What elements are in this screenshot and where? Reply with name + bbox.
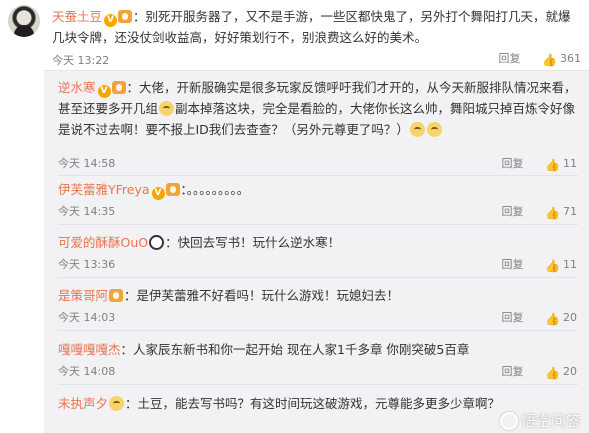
divider <box>58 224 578 225</box>
like-count: 20 <box>563 311 577 324</box>
level-badge-icon <box>165 183 180 196</box>
reply-actions: 回复 👍 20 <box>502 309 578 325</box>
reply-body: 可爱的酥酥OuO ：快回去写书！玩什么逆水寒！ <box>58 232 578 253</box>
thumbs-up-icon[interactable]: 👍 <box>542 54 557 66</box>
main-comment-username[interactable]: 天蚕土豆 <box>52 9 102 24</box>
reply-button[interactable]: 回复 <box>502 256 524 272</box>
reply-list: 逆水寒 V ：大佬，开新服确实是很多玩家反馈呼吁我们才开的，从今天新服排队情况来看，… <box>44 70 589 433</box>
divider <box>58 277 578 278</box>
divider <box>58 330 578 331</box>
reply-button[interactable]: 回复 <box>502 363 524 379</box>
smile-emoji-icon <box>409 122 425 137</box>
reply-username[interactable]: 逆水寒 <box>58 80 96 95</box>
reply-actions: 回复 👍 71 <box>502 203 578 219</box>
reply-body: 是策哥阿 ：是伊芙蕾雅不好看吗！玩什么游戏！玩媳妇去！ <box>58 285 578 306</box>
divider <box>58 175 578 176</box>
reply-button[interactable]: 回复 <box>502 203 524 219</box>
reply-text: ：人家辰东新书和你一起开始 现在人家1千多章 你刚突破5百章 <box>120 342 470 357</box>
thumbs-up-icon[interactable]: 👍 <box>545 367 560 379</box>
reply-body: 逆水寒 V ：大佬，开新服确实是很多玩家反馈呼吁我们才开的，从今天新服排队情况来看，… <box>58 77 578 140</box>
smile-emoji-icon <box>426 122 442 137</box>
reply-time: 今天 14:08 <box>58 365 116 378</box>
reply-time: 今天 14:03 <box>58 311 116 324</box>
main-comment-body: 天蚕土豆 V ：别死开服务器了，又不是手游，一些区都快鬼了，另外打个舞阳打几天，就爆… <box>52 6 582 48</box>
reply-username[interactable]: 伊芙蕾雅YFreya <box>58 182 150 197</box>
reply-actions: 回复 👍 11 <box>502 155 578 171</box>
like-count: 11 <box>563 157 577 170</box>
reply-time: 今天 13:36 <box>58 258 116 271</box>
reply-text: ：。。。。。。。。。 <box>180 182 250 197</box>
thumbs-up-icon[interactable]: 👍 <box>545 260 560 272</box>
reply-username[interactable]: 可爱的酥酥OuO <box>58 235 148 250</box>
reply-username[interactable]: 嘎嘎嘎嘎杰 <box>58 342 121 357</box>
main-comment: 天蚕土豆 V ：别死开服务器了，又不是手游，一些区都快鬼了，另外打个舞阳打几天，就爆… <box>0 0 589 67</box>
reply-username[interactable]: 是策哥阿 <box>58 288 108 303</box>
smile-emoji-icon <box>109 396 125 411</box>
reply-body: 嘎嘎嘎嘎杰：人家辰东新书和你一起开始 现在人家1千多章 你刚突破5百章 <box>58 339 578 360</box>
divider <box>58 384 578 385</box>
reply-time: 今天 14:58 <box>58 157 116 170</box>
like-count: 11 <box>563 258 577 271</box>
like-count: 71 <box>563 205 577 218</box>
reply-actions: 回复 👍 20 <box>502 363 578 379</box>
reply-text: ：是伊芙蕾雅不好看吗！玩什么游戏！玩媳妇去！ <box>124 288 400 303</box>
reply-time: 今天 14:35 <box>58 205 116 218</box>
verified-badge-icon: V <box>97 85 111 98</box>
watermark: 悟空问答 <box>499 410 581 431</box>
verified-badge-icon: V <box>104 14 118 27</box>
thumbs-up-icon[interactable]: 👍 <box>545 159 560 171</box>
like-count: 361 <box>560 52 581 65</box>
avatar[interactable] <box>8 5 40 37</box>
reply-text: ：土豆，能去写书吗？有这时间玩这破游戏，元尊能多更多少章啊？ <box>125 396 501 411</box>
reply-text: ：快回去写书！玩什么逆水寒！ <box>165 235 341 250</box>
level-badge-icon <box>111 81 126 94</box>
comment-thread: 天蚕土豆 V ：别死开服务器了，又不是手游，一些区都快鬼了，另外打个舞阳打几天，就爆… <box>0 0 589 433</box>
reply-button[interactable]: 回复 <box>502 155 524 171</box>
verified-badge-icon: V <box>151 187 165 200</box>
reply-button[interactable]: 回复 <box>499 52 521 65</box>
main-comment-actions: 回复 👍 361 <box>499 50 582 66</box>
like-count: 20 <box>563 365 577 378</box>
main-comment-time: 今天 13:22 <box>52 54 110 67</box>
panda-emoji-icon <box>149 235 165 250</box>
level-badge-icon <box>118 10 133 23</box>
reply-button[interactable]: 回复 <box>502 309 524 325</box>
smile-emoji-icon <box>159 101 175 116</box>
reply-actions: 回复 👍 11 <box>502 256 578 272</box>
watermark-text: 悟空问答 <box>520 412 581 430</box>
wukong-logo-icon <box>499 412 518 430</box>
thumbs-up-icon[interactable]: 👍 <box>545 313 560 325</box>
reply-body: 伊芙蕾雅YFreya V ：。。。。。。。。。 <box>58 179 578 200</box>
reply-username[interactable]: 未执声夕 <box>58 396 108 411</box>
thumbs-up-icon[interactable]: 👍 <box>545 207 560 219</box>
level-badge-icon <box>109 289 124 302</box>
